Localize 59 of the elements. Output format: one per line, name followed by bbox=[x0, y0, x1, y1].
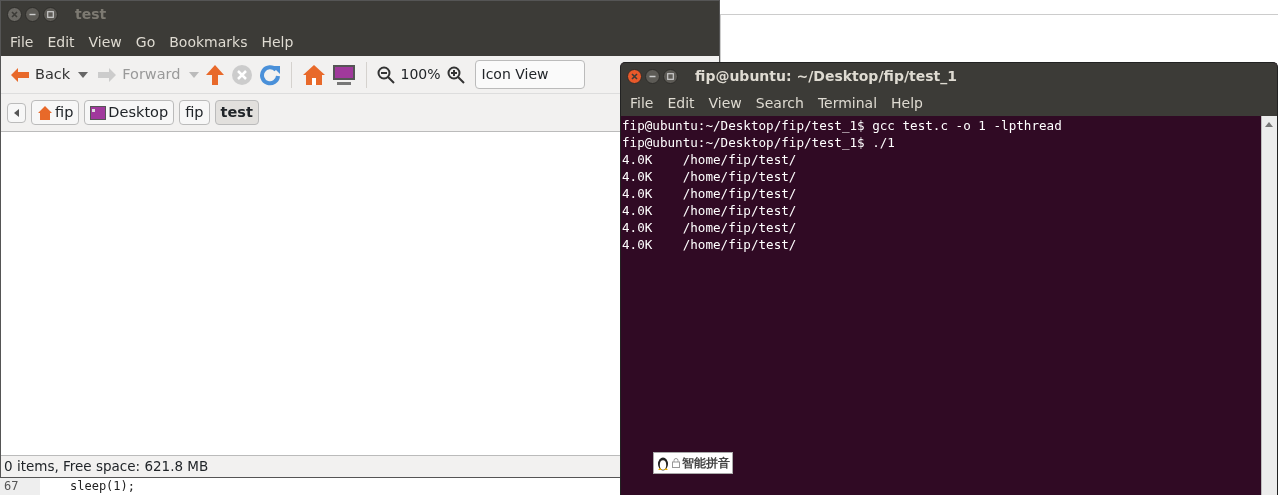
menu-item[interactable]: Help bbox=[884, 92, 930, 114]
arrow-icon bbox=[96, 65, 119, 84]
menu-item[interactable]: Search bbox=[748, 92, 811, 114]
menu-item[interactable]: Go bbox=[128, 31, 163, 53]
minimize-button[interactable] bbox=[645, 69, 660, 84]
penguin-icon bbox=[656, 455, 670, 471]
maximize-button[interactable] bbox=[663, 69, 678, 84]
menu-item[interactable]: File bbox=[3, 31, 41, 53]
code-line: sleep(1); bbox=[69, 478, 136, 495]
window-title: fip@ubuntu: ~/Desktop/fip/test_1 bbox=[695, 67, 957, 87]
terminal-line: fip@ubuntu:~/Desktop/fip/test_1$ gcc test.c -o 1 -lpthread bbox=[622, 117, 1063, 134]
menu-item[interactable]: Terminal bbox=[810, 92, 885, 114]
terminal-line: 4.0K /home/fip/test/ bbox=[622, 185, 798, 202]
menu-item[interactable]: Bookmarks bbox=[162, 31, 255, 53]
caret-icon[interactable] bbox=[78, 71, 89, 78]
breadcrumb-button[interactable]: Desktop bbox=[84, 99, 175, 126]
maximize-icon bbox=[667, 73, 674, 80]
terminal-line: 4.0K /home/fip/test/ bbox=[622, 236, 798, 253]
breadcrumb-button[interactable]: fip bbox=[179, 99, 210, 126]
menu-item[interactable]: Edit bbox=[660, 92, 702, 114]
view-mode-dropdown[interactable]: Icon View bbox=[474, 60, 585, 89]
input-method-bar[interactable]: 智能拼音 bbox=[653, 452, 733, 474]
breadcrumb-button[interactable]: fip bbox=[31, 99, 80, 126]
up-caret-icon bbox=[1265, 122, 1273, 127]
maximize-icon bbox=[47, 11, 54, 18]
reload-icon[interactable] bbox=[258, 63, 281, 86]
menu-item[interactable]: Help bbox=[254, 31, 301, 53]
desktop-icon bbox=[90, 105, 107, 120]
menu-item[interactable]: View bbox=[701, 92, 749, 114]
terminal-line: 4.0K /home/fip/test/ bbox=[622, 202, 798, 219]
path-left-button[interactable] bbox=[7, 102, 26, 123]
line-number: 67 bbox=[0, 478, 40, 495]
home-icon[interactable] bbox=[301, 63, 326, 86]
minimize-button[interactable] bbox=[25, 7, 40, 22]
back-button[interactable]: Back bbox=[7, 61, 73, 88]
minimize-icon bbox=[649, 73, 656, 80]
minimize-icon bbox=[29, 11, 36, 18]
left-caret-icon bbox=[14, 108, 19, 117]
window-title: test bbox=[75, 5, 107, 24]
close-icon bbox=[631, 73, 638, 80]
zoom-out-icon[interactable] bbox=[376, 65, 395, 84]
computer-icon[interactable] bbox=[331, 63, 356, 86]
terminal-line: 4.0K /home/fip/test/ bbox=[622, 151, 798, 168]
home-icon bbox=[37, 104, 53, 121]
up-arrow-icon[interactable] bbox=[204, 63, 225, 86]
close-icon bbox=[11, 11, 18, 18]
close-button[interactable] bbox=[627, 69, 642, 84]
terminal-line: 4.0K /home/fip/test/ bbox=[622, 219, 798, 236]
menu-item[interactable]: File bbox=[623, 92, 661, 114]
menu-item[interactable]: Edit bbox=[40, 31, 82, 53]
zoom-in-icon[interactable] bbox=[446, 65, 465, 84]
terminal-line: fip@ubuntu:~/Desktop/fip/test_1$ ./1 bbox=[622, 134, 896, 151]
maximize-button[interactable] bbox=[43, 7, 58, 22]
breadcrumb-button[interactable]: test bbox=[214, 99, 259, 126]
lock-icon bbox=[672, 458, 680, 468]
terminal-line: 4.0K /home/fip/test/ bbox=[622, 168, 798, 185]
zoom-level: 100% bbox=[400, 65, 441, 84]
scrollbar[interactable] bbox=[1261, 116, 1277, 495]
menu-item[interactable]: View bbox=[81, 31, 129, 53]
